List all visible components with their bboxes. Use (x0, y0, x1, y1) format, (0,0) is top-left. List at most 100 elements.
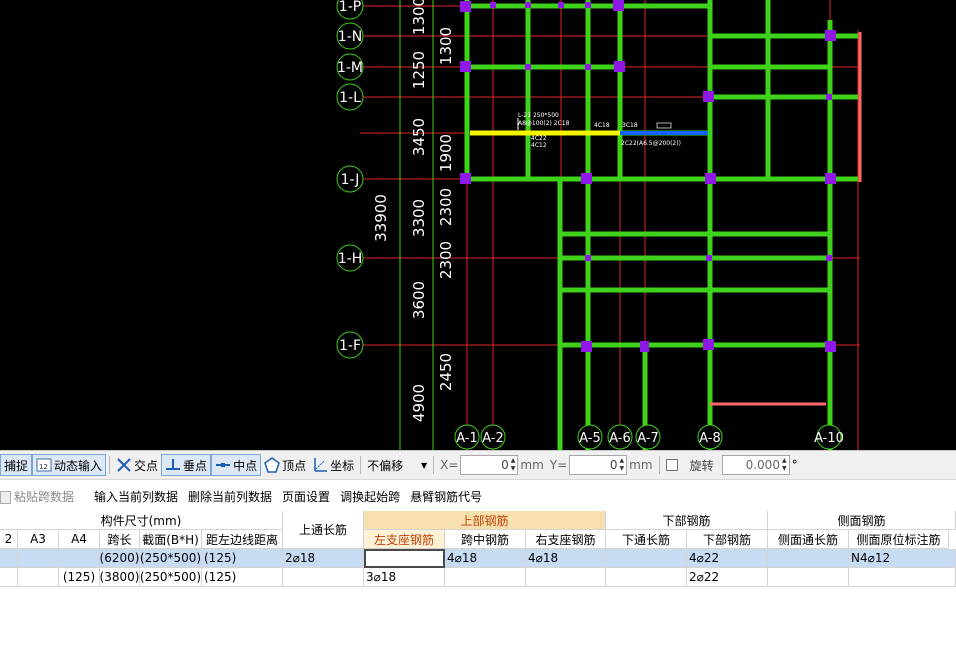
intersection-snap[interactable]: 交点 (113, 454, 161, 476)
col-header[interactable]: 距左边线距离 (202, 530, 283, 549)
svg-text:3600: 3600 (410, 281, 428, 319)
table-cell[interactable] (849, 568, 956, 587)
table-cell[interactable] (768, 549, 849, 568)
active-cell-left-support[interactable] (364, 549, 445, 568)
floor-plan-drawing[interactable]: 33900 1300 1250 3450 3300 3600 4900 1300… (0, 0, 956, 450)
table-cell[interactable] (18, 568, 59, 587)
svg-text:1900: 1900 (437, 134, 455, 172)
perpendicular-snap[interactable]: 垂点 (161, 454, 212, 476)
svg-text:1250: 1250 (410, 51, 428, 89)
toolbar-separator (658, 456, 660, 474)
dynamic-input-toggle[interactable]: 12 动态输入 (32, 454, 107, 476)
capture-toggle[interactable]: 捕捉 (0, 454, 33, 476)
svg-text:3C18: 3C18 (622, 122, 638, 129)
column-axis-labels: A-1 A-2 A-5 A-6 A-7 A-8 A-10 (456, 431, 844, 446)
table-cell[interactable]: 2⌀18 (283, 549, 364, 568)
page-setup-button[interactable]: 页面设置 (282, 488, 330, 505)
perpendicular-icon (165, 457, 181, 473)
svg-text:2C22(A6.5@200(2)): 2C22(A6.5@200(2)) (621, 140, 681, 147)
table-cell[interactable] (18, 549, 59, 568)
svg-text:1-L: 1-L (339, 90, 361, 106)
delete-current-column-button[interactable]: 删除当前列数据 (188, 488, 272, 505)
svg-text:1-P: 1-P (339, 0, 361, 15)
cantilever-code-button[interactable]: 悬臂钢筋代号 (410, 488, 482, 505)
table-cell[interactable]: (250*500) (140, 549, 202, 568)
svg-text:A-7: A-7 (637, 431, 659, 446)
col-header[interactable]: 截面(B*H) (140, 530, 202, 549)
coordinate-snap[interactable]: 坐标 (309, 454, 357, 476)
col-header[interactable]: 跨长 (100, 530, 140, 549)
side-rebar-group-header: 侧面钢筋 (768, 511, 956, 530)
group-size-header: 构件尺寸(mm) (0, 511, 283, 530)
table-cell[interactable] (283, 568, 364, 587)
cad-drawing-canvas[interactable]: 33900 1300 1250 3450 3300 3600 4900 1300… (0, 0, 956, 450)
table-cell[interactable] (526, 568, 606, 587)
svg-text:1-F: 1-F (339, 338, 361, 354)
rotate-spinner-icon[interactable]: ▲ ▼ (782, 457, 787, 473)
svg-text:A-8: A-8 (699, 431, 721, 446)
table-cell[interactable]: 4⌀18 (445, 549, 526, 568)
y-coordinate-input[interactable]: 0 ▲ ▼ (569, 455, 628, 475)
vertex-snap[interactable]: 顶点 (261, 454, 309, 476)
svg-text:A8@100(2) 2C18: A8@100(2) 2C18 (518, 120, 570, 127)
pink-highlight-lines (710, 32, 862, 406)
svg-text:A-1: A-1 (456, 431, 478, 446)
table-cell[interactable] (445, 568, 526, 587)
swap-start-span-button[interactable]: 调换起始跨 (340, 488, 400, 505)
table-cell[interactable] (59, 549, 100, 568)
svg-text:A-2: A-2 (482, 431, 504, 446)
col-header[interactable]: 侧面原位标注筋 (849, 530, 949, 549)
col-header[interactable]: 侧面通长筋 (768, 530, 849, 549)
table-cell[interactable]: 3⌀18 (364, 568, 445, 587)
col-header[interactable]: 2 (0, 530, 18, 549)
table-cell[interactable] (606, 549, 687, 568)
x-spinner-icon[interactable]: ▲ ▼ (511, 457, 516, 473)
rotate-checkbox[interactable] (665, 459, 678, 471)
table-cell[interactable]: (6200) (100, 549, 140, 568)
svg-text:A-5: A-5 (579, 431, 601, 446)
toolbar-separator (433, 456, 435, 474)
table-cell[interactable]: N4⌀12 (849, 549, 956, 568)
col-header[interactable]: 下通长筋 (606, 530, 687, 549)
svg-text:2300: 2300 (437, 188, 455, 226)
chevron-down-icon: ▼ (420, 460, 428, 470)
columns (460, 0, 836, 352)
table-cell[interactable]: (250*500) (140, 568, 202, 587)
svg-text:L-21 250*500: L-21 250*500 (518, 112, 559, 119)
x-coordinate-input[interactable]: 0 ▲ ▼ (460, 455, 519, 475)
dynamic-input-icon: 12 (36, 457, 52, 473)
dimension-texts: 33900 1300 1250 3450 3300 3600 4900 1300… (372, 0, 455, 422)
svg-text:1-N: 1-N (338, 29, 362, 45)
midpoint-snap[interactable]: 中点 (211, 454, 262, 476)
col-header-left-support[interactable]: 左支座钢筋 (364, 530, 445, 549)
table-cell[interactable]: (125) (59, 568, 100, 587)
col-header[interactable]: 右支座钢筋 (526, 530, 606, 549)
col-header[interactable]: A4 (59, 530, 100, 549)
svg-text:4900: 4900 (410, 384, 428, 422)
table-cell[interactable] (0, 549, 18, 568)
table-cell[interactable]: (125) (202, 568, 283, 587)
col-header[interactable]: 跨中钢筋 (445, 530, 526, 549)
table-cell[interactable] (0, 568, 18, 587)
svg-text:2300: 2300 (437, 241, 455, 279)
rotate-input[interactable]: 0.000 ▲ ▼ (721, 455, 790, 475)
table-cell[interactable]: (3800) (100, 568, 140, 587)
green-beams-horizontal (465, 3, 858, 348)
table-cell[interactable] (768, 568, 849, 587)
table-cell[interactable]: 4⌀18 (526, 549, 606, 568)
svg-text:4C22: 4C22 (531, 135, 547, 142)
col-header[interactable]: 下部钢筋 (687, 530, 768, 549)
table-cell[interactable]: (125) (202, 549, 283, 568)
offset-dropdown[interactable]: 不偏移 ▼ (364, 454, 430, 476)
red-grid-lines-horizontal (360, 5, 860, 346)
svg-text:A-10: A-10 (814, 431, 844, 446)
input-current-column-button[interactable]: 输入当前列数据 (94, 488, 178, 505)
paste-span-button[interactable]: 粘贴跨数据 (0, 488, 84, 505)
col-header[interactable]: A3 (18, 530, 59, 549)
paste-icon (0, 490, 11, 504)
svg-text:1300: 1300 (410, 0, 428, 35)
table-cell[interactable]: 2⌀22 (687, 568, 768, 587)
table-cell[interactable]: 4⌀22 (687, 549, 768, 568)
y-spinner-icon[interactable]: ▲ ▼ (620, 457, 625, 473)
table-cell[interactable] (606, 568, 687, 587)
